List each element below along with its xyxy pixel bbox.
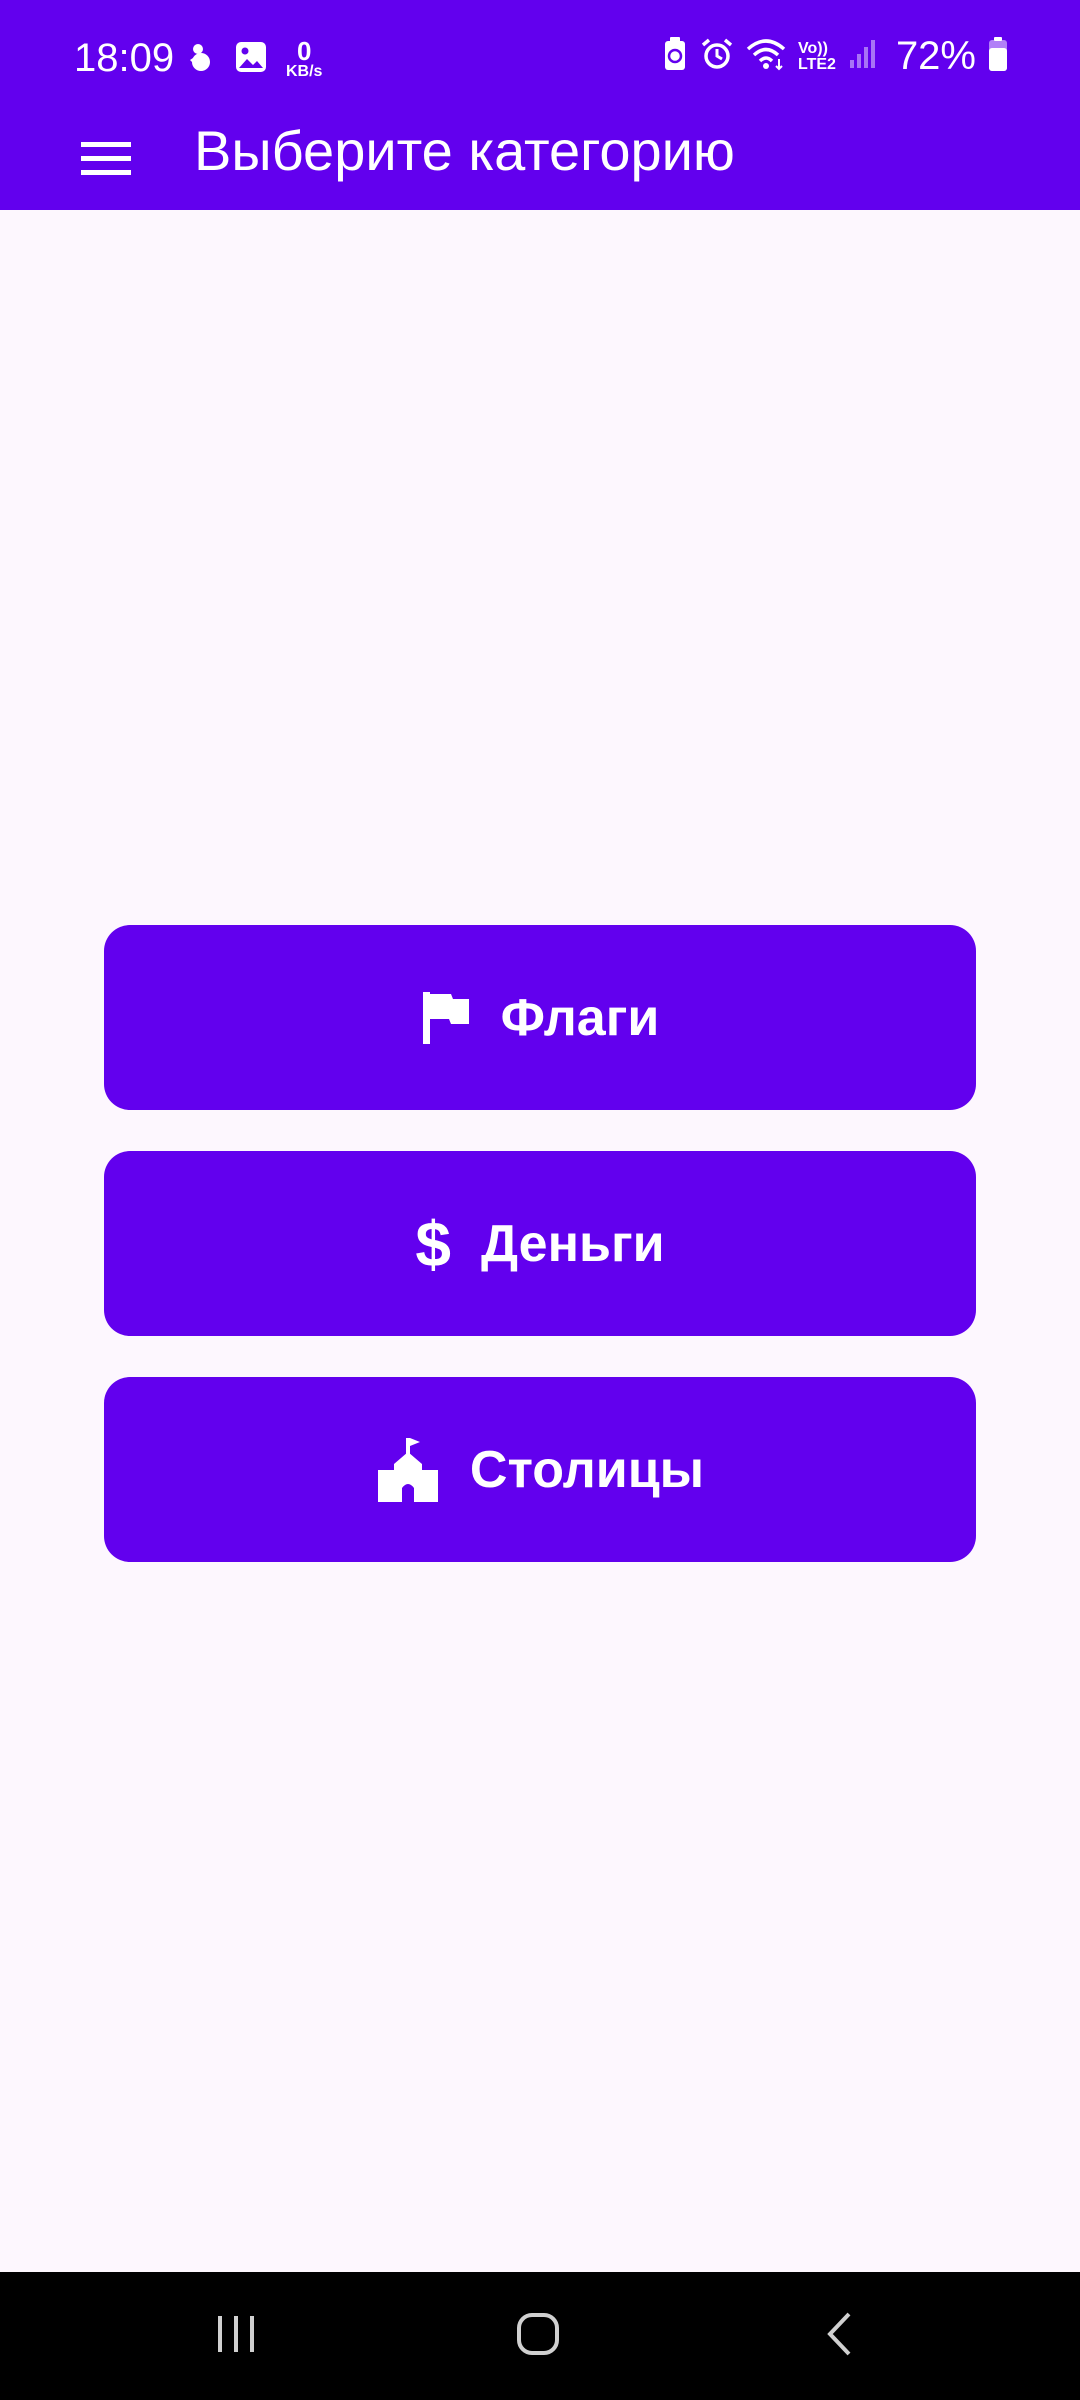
network-speed-value: 0: [296, 36, 312, 66]
hamburger-menu-icon: [81, 140, 131, 181]
status-bar: 18:09 0 KB/s Vo)) LTE2 72%: [0, 0, 1080, 120]
gallery-icon: [234, 40, 268, 79]
home-button[interactable]: [498, 2306, 578, 2366]
home-icon: [516, 2312, 560, 2361]
back-icon: [825, 2311, 855, 2362]
system-navigation-bar: [0, 2272, 1080, 2400]
battery-icon: [988, 36, 1008, 77]
capitals-button[interactable]: Столицы: [104, 1377, 976, 1562]
battery-percentage: 72%: [895, 34, 976, 78]
status-time: 18:09: [74, 36, 175, 80]
recents-button[interactable]: [196, 2306, 276, 2366]
recents-icon: [214, 2314, 258, 2359]
lte-label: LTE2: [798, 55, 836, 73]
screen: 18:09 0 KB/s Vo)) LTE2 72% Выберите кате…: [0, 0, 1080, 2400]
back-button[interactable]: [800, 2306, 880, 2366]
wifi-icon: [746, 37, 786, 76]
signal-icon: [848, 38, 878, 75]
network-speed: 0 KB/s: [286, 38, 322, 80]
money-button-label: Деньги: [480, 1214, 665, 1273]
school-building-icon: [376, 1436, 440, 1504]
notification-app-icon: [186, 40, 216, 79]
status-left-icons: 0 KB/s: [186, 38, 322, 80]
money-button[interactable]: $ Деньги: [104, 1151, 976, 1336]
volte-label: Vo)): [798, 39, 828, 57]
status-right-icons: Vo)) LTE2 72%: [662, 34, 1008, 79]
volte-indicator: Vo)) LTE2: [798, 39, 836, 73]
menu-button[interactable]: [76, 130, 136, 190]
top-app-bar: 18:09 0 KB/s Vo)) LTE2 72% Выберите кате…: [0, 0, 1080, 210]
capitals-button-label: Столицы: [469, 1440, 705, 1499]
network-speed-unit: KB/s: [286, 63, 323, 80]
battery-saver-icon: [662, 36, 688, 77]
alarm-icon: [700, 37, 734, 76]
page-title: Выберите категорию: [194, 119, 735, 182]
app-bar: Выберите категорию: [0, 110, 1080, 210]
dollar-icon: $: [415, 1207, 451, 1280]
flags-button-label: Флаги: [500, 988, 660, 1047]
flags-button[interactable]: Флаги: [104, 925, 976, 1110]
flag-icon: [421, 990, 471, 1046]
